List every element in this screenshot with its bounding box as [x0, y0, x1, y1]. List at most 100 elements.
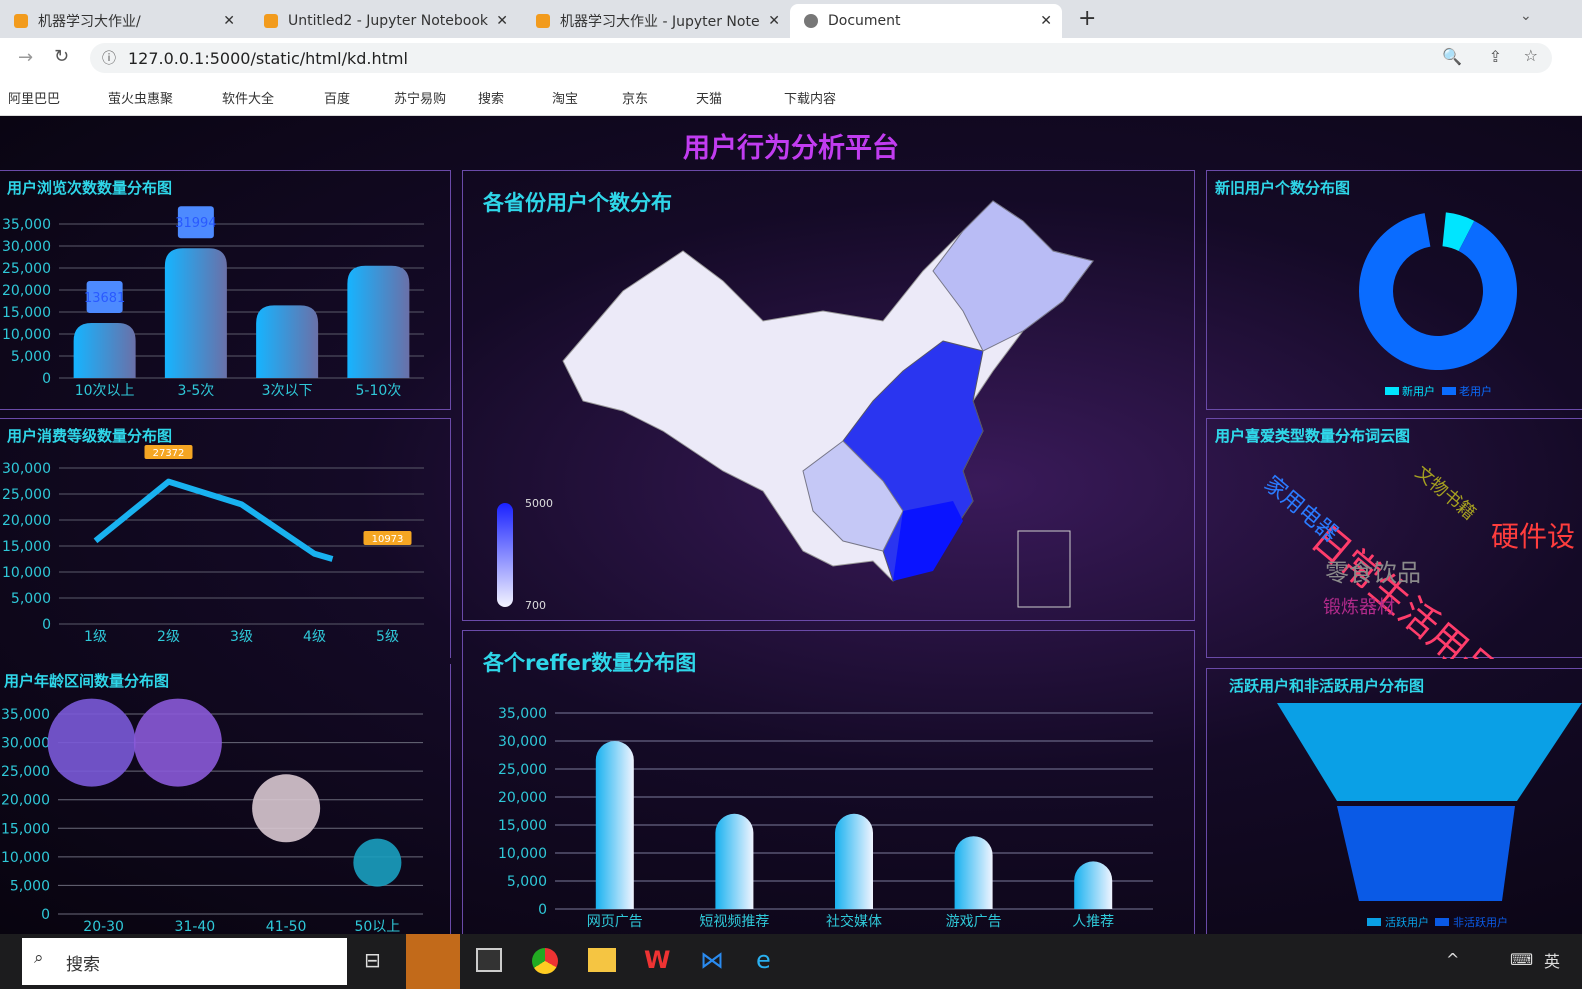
x-tick-label: 5级	[376, 629, 399, 645]
zoom-icon[interactable]: 🔍	[1442, 47, 1462, 66]
bubble[interactable]	[47, 698, 136, 787]
y-tick-label: 30,000	[2, 461, 51, 477]
tab-1[interactable]: 机器学习大作业/✕	[0, 4, 245, 38]
word-cloud: 日常生活用品 家用电器 文物书籍 硬件设 零食饮品 锻炼器材	[1207, 419, 1582, 659]
legend-label[interactable]: 非活跃用户	[1453, 915, 1508, 929]
chrome-app[interactable]	[532, 948, 558, 974]
wps-app[interactable]: W	[644, 946, 670, 974]
bubble[interactable]	[133, 698, 222, 787]
chart-title: 用户浏览次数数量分布图	[7, 179, 173, 197]
new-tab-button[interactable]: +	[1078, 6, 1096, 31]
level-line-chart: 0 5,000 10,000 15,000 20,000 25,000 30,000 1级 2级…	[2, 445, 424, 645]
wechat-app[interactable]	[406, 934, 460, 989]
explorer-app[interactable]	[588, 948, 616, 972]
x-tick-label: 5-10次	[355, 383, 401, 399]
panel-province-map: 各省份用户个数分布 5000 700	[462, 170, 1195, 621]
x-tick-label: 4级	[303, 629, 326, 645]
visual-map-max: 5000	[525, 497, 553, 510]
legend-label[interactable]: 老用户	[1459, 384, 1492, 398]
panel-age: 用户年龄区间数量分布图 0 5,000 10,000 15,000 20,000 25,0…	[0, 664, 451, 934]
visual-map-slider[interactable]	[497, 503, 513, 607]
y-tick-label: 30,000	[1, 736, 50, 752]
x-tick-label: 3-5次	[177, 383, 214, 399]
jupyter-icon	[14, 14, 28, 28]
x-tick-label: 社交媒体	[826, 913, 882, 930]
bookmarks-bar: 阿里巴巴 萤火虫惠聚 软件大全 百度 苏宁易购 搜索 淘宝 京东 天猫 下载内容	[0, 78, 1582, 116]
mark-point-label: 31994	[175, 216, 216, 231]
taskbar: ⌕ 搜索 ⊟ W ⋈ e ^ ⌨ 英	[0, 934, 1582, 989]
y-tick-label: 0	[41, 907, 50, 923]
map-region-south[interactable]	[893, 501, 963, 581]
bar[interactable]	[954, 836, 993, 909]
y-tick-label: 35,000	[1, 707, 50, 723]
tab-list-chevron-icon[interactable]: ⌄	[1520, 8, 1532, 24]
terminal-app[interactable]	[476, 948, 502, 972]
bookmark-item[interactable]: 萤火虫惠聚	[108, 88, 173, 107]
taskbar-search[interactable]: ⌕ 搜索	[22, 938, 347, 985]
bar[interactable]	[1074, 861, 1113, 909]
bar[interactable]	[715, 813, 754, 909]
chart-title: 用户消费等级数量分布图	[7, 427, 173, 445]
forward-icon[interactable]: →	[18, 47, 33, 68]
bar[interactable]	[256, 305, 319, 378]
close-icon[interactable]: ✕	[1040, 13, 1052, 29]
task-view-icon[interactable]: ⊟	[364, 948, 381, 972]
ime-indicator[interactable]: 英	[1544, 948, 1560, 972]
page-title: 用户行为分析平台	[683, 133, 899, 164]
y-tick-label: 0	[42, 617, 51, 633]
bar[interactable]	[73, 323, 136, 378]
dashboard: 用户行为分析平台 用户浏览次数数量分布图 0 5,000 10,000 15,000 2…	[0, 116, 1582, 934]
y-tick-label: 25,000	[498, 762, 547, 778]
bar[interactable]	[595, 741, 634, 909]
bookmark-item[interactable]: 阿里巴巴	[8, 88, 60, 107]
funnel-active[interactable]	[1277, 703, 1582, 801]
y-tick-label: 0	[42, 371, 51, 387]
tab-2[interactable]: Untitled2 - Jupyter Notebook ✕	[250, 4, 518, 38]
close-icon[interactable]: ✕	[768, 13, 780, 29]
chevron-up-icon[interactable]: ^	[1446, 950, 1459, 969]
bookmark-item[interactable]: 京东	[622, 88, 648, 107]
y-tick-label: 10,000	[2, 327, 51, 343]
reload-icon[interactable]: ↻	[54, 46, 69, 67]
url-input[interactable]: ⓘ 127.0.0.1:5000/static/html/kd.html 🔍 ⇪ …	[90, 43, 1552, 73]
close-icon[interactable]: ✕	[223, 13, 235, 29]
bar[interactable]	[835, 813, 873, 909]
vscode-app[interactable]: ⋈	[700, 946, 724, 974]
x-tick-label: 游戏广告	[946, 914, 1002, 930]
y-tick-label: 25,000	[1, 764, 50, 780]
bubble[interactable]	[353, 838, 402, 887]
keyboard-icon[interactable]: ⌨	[1510, 950, 1533, 969]
y-tick-label: 10,000	[498, 846, 547, 862]
funnel-inactive[interactable]	[1337, 806, 1515, 901]
x-tick-label: 短视频推荐	[699, 914, 769, 930]
bubble[interactable]	[252, 774, 321, 843]
tab-3[interactable]: 机器学习大作业 - Jupyter Note ✕	[522, 4, 790, 38]
bookmark-item[interactable]: 下载内容	[784, 88, 836, 107]
y-tick-label: 5,000	[11, 591, 51, 607]
x-tick-label: 31-40	[175, 919, 216, 934]
legend-label[interactable]: 活跃用户	[1385, 915, 1429, 929]
mark-point-label: 13681	[84, 291, 125, 306]
mark-point-label: 10973	[372, 534, 404, 545]
y-tick-label: 35,000	[2, 217, 51, 233]
bookmark-item[interactable]: 淘宝	[552, 88, 578, 107]
share-icon[interactable]: ⇪	[1489, 47, 1502, 66]
panel-newold: 新旧用户个数分布图 新用户 老用户	[1206, 170, 1582, 410]
pie-slice[interactable]	[1359, 213, 1517, 371]
edge-app[interactable]: e	[756, 946, 771, 974]
newold-donut-chart: 新用户 老用户	[1359, 212, 1517, 398]
bar[interactable]	[164, 248, 227, 378]
star-icon[interactable]: ☆	[1524, 46, 1538, 65]
bookmark-item[interactable]: 天猫	[696, 88, 722, 107]
legend-label[interactable]: 新用户	[1402, 384, 1435, 398]
word: 锻炼器材	[1323, 597, 1395, 618]
tab-document[interactable]: Document ✕	[790, 4, 1062, 38]
bar[interactable]	[347, 265, 410, 378]
close-icon[interactable]: ✕	[496, 13, 508, 29]
bookmark-item[interactable]: 软件大全	[222, 88, 274, 107]
bookmark-item[interactable]: 搜索	[478, 88, 504, 107]
bookmark-item[interactable]: 百度	[324, 88, 350, 107]
x-tick-label: 网页广告	[587, 914, 643, 930]
panel-active: 活跃用户和非活跃用户分布图 活跃用户 非活跃用户	[1206, 668, 1582, 934]
bookmark-item[interactable]: 苏宁易购	[394, 88, 446, 107]
